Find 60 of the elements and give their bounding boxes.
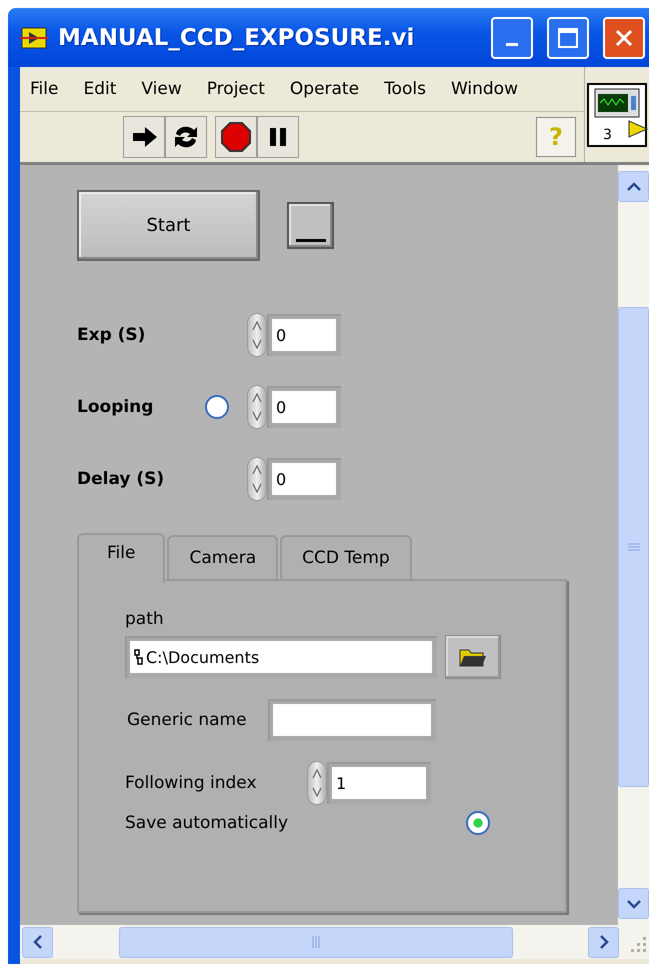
path-field[interactable]: C:\Documents (125, 636, 437, 678)
increment-decrement-control[interactable] (247, 457, 267, 501)
menu-item[interactable]: Operate (290, 79, 360, 99)
chevron-down-icon (626, 898, 640, 908)
following-index-label: Following index (125, 773, 258, 793)
chevron-right-icon (598, 935, 608, 949)
increment-decrement-control[interactable] (247, 313, 267, 357)
grip-icon (628, 542, 640, 552)
maximize-button[interactable] (547, 16, 589, 58)
close-button[interactable] (603, 16, 645, 58)
scroll-right-button[interactable] (588, 926, 619, 958)
stop-icon[interactable] (215, 116, 257, 158)
numeric-field[interactable]: 0 (267, 314, 341, 356)
menu-item[interactable]: Tools (384, 79, 426, 99)
menu-item[interactable]: Window (450, 79, 518, 99)
menu-item[interactable]: View (141, 79, 182, 99)
pause-icon[interactable] (257, 116, 299, 158)
chevron-up-icon (626, 182, 640, 192)
path-icon (134, 649, 143, 665)
vi-icon (20, 26, 48, 50)
toggle-indicator[interactable] (205, 395, 229, 419)
chevron-left-icon (32, 935, 42, 949)
generic-name-field[interactable] (268, 699, 436, 741)
increment-decrement-control[interactable] (247, 385, 267, 429)
maximize-icon (557, 26, 579, 48)
run-continuously-icon[interactable] (165, 116, 207, 158)
save-automatically-label: Save automatically (125, 813, 290, 833)
menu-item[interactable]: Edit (83, 79, 116, 99)
minimize-icon (506, 43, 518, 46)
tab[interactable]: Camera (167, 535, 278, 579)
save-automatically-toggle[interactable] (466, 811, 490, 835)
window-title: MANUAL_CCD_EXPOSURE.vi (58, 24, 416, 50)
start-button[interactable]: Start (77, 190, 260, 261)
tab[interactable]: CCD Temp (280, 535, 412, 579)
path-label: path (125, 609, 165, 629)
index-field[interactable]: 1 (327, 762, 431, 804)
connector-pane-icon[interactable]: 3 (587, 82, 647, 146)
scroll-up-button[interactable] (618, 171, 649, 202)
increment-decrement-control[interactable] (307, 761, 327, 805)
numeric-field[interactable]: 0 (267, 458, 341, 500)
menu-item[interactable]: Project (206, 79, 265, 99)
horizontal-scroll-thumb[interactable] (119, 926, 513, 958)
vertical-scroll-thumb[interactable] (618, 307, 649, 787)
control-label: Looping (77, 397, 154, 417)
monitor-icon (594, 88, 640, 118)
triangle-icon (627, 118, 649, 138)
scroll-left-button[interactable] (22, 926, 53, 958)
control-label: Exp (S) (77, 325, 146, 345)
numeric-field[interactable]: 0 (267, 386, 341, 428)
generic-name-label: Generic name (127, 710, 248, 730)
grip-icon (311, 936, 321, 948)
browse-button[interactable] (445, 635, 501, 679)
minimize-button[interactable] (491, 16, 533, 58)
control-label: Delay (S) (77, 469, 166, 489)
close-icon (614, 28, 634, 48)
scroll-down-button[interactable] (618, 888, 649, 919)
connector-count: 3 (603, 126, 612, 142)
minimize-panel-button[interactable] (287, 202, 334, 249)
tab[interactable]: File (77, 533, 166, 583)
menu-item[interactable]: File (30, 79, 58, 99)
